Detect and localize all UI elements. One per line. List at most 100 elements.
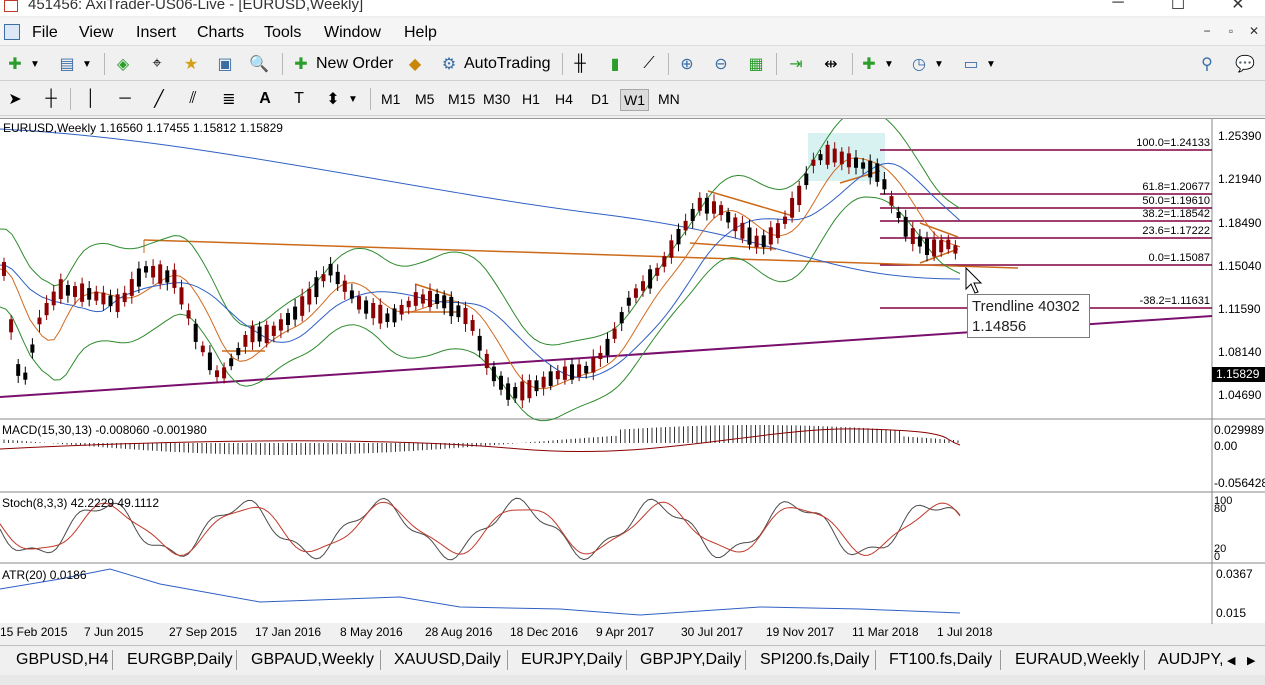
autotrading-button[interactable]: ⚙ AutoTrading <box>438 51 551 77</box>
candlestick-button[interactable]: ▮ <box>604 51 626 77</box>
menu-bar: File View Insert Charts Tools Window Hel… <box>0 18 1265 46</box>
minimize-icon[interactable]: ─ <box>1098 0 1138 12</box>
timeframe-m5[interactable]: M5 <box>412 89 437 109</box>
timeframe-m30[interactable]: M30 <box>480 89 513 109</box>
tab-ft100-daily[interactable]: FT100.fs,Daily <box>889 651 992 669</box>
menu-window[interactable]: Window <box>324 24 381 42</box>
new-chart-button[interactable]: ✚ ▼ <box>4 51 40 77</box>
timeframe-w1[interactable]: W1 <box>620 89 649 111</box>
candle-body <box>839 151 844 165</box>
bar-chart-button[interactable]: ╫ <box>569 51 591 77</box>
horizontal-line-button[interactable]: ─ <box>114 86 136 112</box>
candle-body <box>925 238 929 255</box>
tab-xauusd-daily[interactable]: XAUUSD,Daily <box>394 651 501 669</box>
chart-window-icon[interactable] <box>4 24 20 40</box>
arrows-button[interactable]: ⬍ ▼ <box>322 86 358 112</box>
tab-gbpjpy-daily[interactable]: GBPJPY,Daily <box>640 651 741 669</box>
fibonacci-button[interactable]: ≣ <box>218 86 240 112</box>
macd-axis-label: -0.056428 <box>1214 476 1265 490</box>
candle-body <box>861 162 866 169</box>
trendline-button[interactable]: ╱ <box>148 86 170 112</box>
tab-gbpaud-weekly[interactable]: GBPAUD,Weekly <box>251 651 374 669</box>
candle-body <box>846 153 851 168</box>
chart-window[interactable]: EURUSD,Weekly 1.16560 1.17455 1.15812 1.… <box>0 118 1265 624</box>
candle-body <box>683 220 688 231</box>
zoom-out-button[interactable]: ⊖ <box>710 51 732 77</box>
line-chart-button[interactable]: ⟋ <box>638 51 660 77</box>
crosshair-button[interactable]: ┼ <box>40 86 62 112</box>
timeframe-m1[interactable]: M1 <box>378 89 403 109</box>
indicators-button[interactable]: ✚ ▼ <box>858 51 894 77</box>
standard-toolbar: ✚ ▼ ▤ ▼ ◈ ⌖ ★ ▣ 🔍 ✚ New Order ◆ ⚙ AutoTradin… <box>0 47 1265 81</box>
candle-body <box>577 364 582 378</box>
price-axis-label: 1.15040 <box>1218 259 1262 273</box>
timeframe-h4[interactable]: H4 <box>552 89 576 109</box>
tab-euraud-weekly[interactable]: EURAUD,Weekly <box>1015 651 1139 669</box>
menu-charts[interactable]: Charts <box>197 24 244 42</box>
text-button[interactable]: A <box>254 86 276 112</box>
timeframe-m15[interactable]: M15 <box>445 89 478 109</box>
candle-body <box>349 290 354 299</box>
candle-body <box>108 295 113 307</box>
chat-button[interactable]: 💬 <box>1234 51 1256 77</box>
menu-file[interactable]: File <box>32 24 58 42</box>
text-label-button[interactable]: T <box>288 86 310 112</box>
data-window-button[interactable]: ⌖ <box>146 51 168 77</box>
periods-button[interactable]: ◷ ▼ <box>908 51 944 77</box>
mdi-restore-icon[interactable]: ▫ <box>1220 24 1242 38</box>
menu-help[interactable]: Help <box>404 24 437 42</box>
chart-canvas[interactable] <box>0 119 1265 624</box>
new-order-button[interactable]: ✚ New Order <box>290 51 393 77</box>
market-watch-button[interactable]: ◈ <box>112 51 134 77</box>
candle-body <box>314 277 319 298</box>
close-icon[interactable]: ✕ <box>1218 0 1258 14</box>
tab-audjpy-daily[interactable]: AUDJPY,D <box>1158 651 1222 669</box>
navigator-button[interactable]: ★ <box>180 51 202 77</box>
candle-body <box>875 163 880 182</box>
wedge-line <box>919 222 959 238</box>
candle-body <box>271 325 276 336</box>
candle-body <box>506 383 511 400</box>
tile-windows-button[interactable]: ▦ <box>745 51 767 77</box>
resistance-trendline <box>143 239 1019 269</box>
cursor-button[interactable]: ➤ <box>4 86 26 112</box>
candle-body <box>761 235 766 248</box>
tab-eurjpy-daily[interactable]: EURJPY,Daily <box>521 651 622 669</box>
stoch-signal-line <box>0 501 961 557</box>
tab-eurgbp-daily[interactable]: EURGBP,Daily <box>127 651 233 669</box>
vertical-line-button[interactable]: │ <box>80 86 102 112</box>
timeframe-d1[interactable]: D1 <box>588 89 612 109</box>
candle-body <box>9 319 14 333</box>
metaeditor-button[interactable]: ◆ <box>404 51 426 77</box>
tab-gbpusd-h4[interactable]: GBPUSD,H4 <box>16 651 108 669</box>
candle-body <box>449 296 454 317</box>
candle-body <box>868 160 873 178</box>
autoscroll-button[interactable]: ⇹ <box>820 51 842 77</box>
menu-tools[interactable]: Tools <box>264 24 301 42</box>
menu-insert[interactable]: Insert <box>136 24 176 42</box>
price-axis-label: 1.18490 <box>1218 216 1262 230</box>
tab-scroll-right-icon[interactable]: ▶ <box>1247 654 1255 667</box>
menu-view[interactable]: View <box>79 24 113 42</box>
equidistant-channel-button[interactable]: ⫽ <box>182 86 204 112</box>
strategy-tester-button[interactable]: 🔍 <box>248 51 270 77</box>
mdi-close-icon[interactable]: ✕ <box>1243 24 1265 38</box>
templates-button[interactable]: ▭ ▼ <box>960 51 995 77</box>
candle-body <box>392 308 397 323</box>
date-axis-label: 1 Jul 2018 <box>937 625 993 639</box>
mdi-minimize-icon[interactable]: − <box>1196 24 1218 38</box>
candle-body <box>115 294 120 313</box>
maximize-icon[interactable]: ☐ <box>1158 0 1198 14</box>
zoom-in-button[interactable]: ⊕ <box>676 51 698 77</box>
profiles-button[interactable]: ▤ ▼ <box>56 51 91 77</box>
arrows-icon: ⬍ <box>326 91 340 108</box>
terminal-button[interactable]: ▣ <box>214 51 236 77</box>
tab-spi200-daily[interactable]: SPI200.fs,Daily <box>760 651 869 669</box>
candle-body <box>690 208 695 221</box>
search-button[interactable]: ⚲ <box>1196 51 1218 77</box>
date-axis-label: 15 Feb 2015 <box>0 625 68 639</box>
tab-scroll-left-icon[interactable]: ◀ <box>1227 654 1235 667</box>
timeframe-h1[interactable]: H1 <box>519 89 543 109</box>
timeframe-mn[interactable]: MN <box>655 89 683 109</box>
chart-shift-button[interactable]: ⇥ <box>785 51 807 77</box>
